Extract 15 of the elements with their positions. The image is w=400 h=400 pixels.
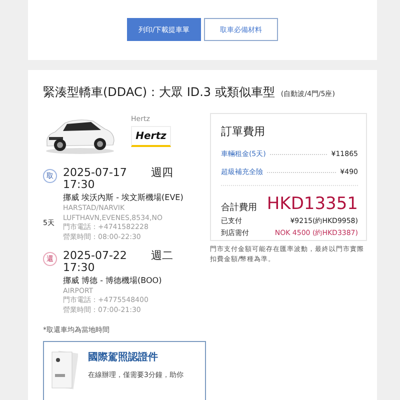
- total-label: 合計費用: [220, 202, 257, 214]
- weekday: 週二: [151, 250, 173, 262]
- location-name: 挪威 埃沃內斯 - 埃文斯機場(EVE): [63, 193, 184, 203]
- document-icon: [50, 350, 78, 390]
- date: 2025-07-22: [63, 250, 128, 262]
- car-title: 緊湊型轎車(DDAC)：大眾 ID.3 或類似車型: [43, 84, 275, 101]
- weekday: 週四: [151, 167, 173, 180]
- time: 17:30: [63, 179, 96, 192]
- fee-title: 訂單費用: [220, 124, 266, 139]
- vendor-logo: Hertz: [131, 126, 171, 147]
- total-amount: HKD13351: [266, 194, 358, 214]
- time: 17:30: [63, 262, 96, 274]
- date: 2025-07-17: [63, 167, 128, 180]
- location-name: 挪威 博德 - 博德機場(BOO): [63, 276, 163, 286]
- promo-title: 國際駕照認證件: [88, 350, 159, 364]
